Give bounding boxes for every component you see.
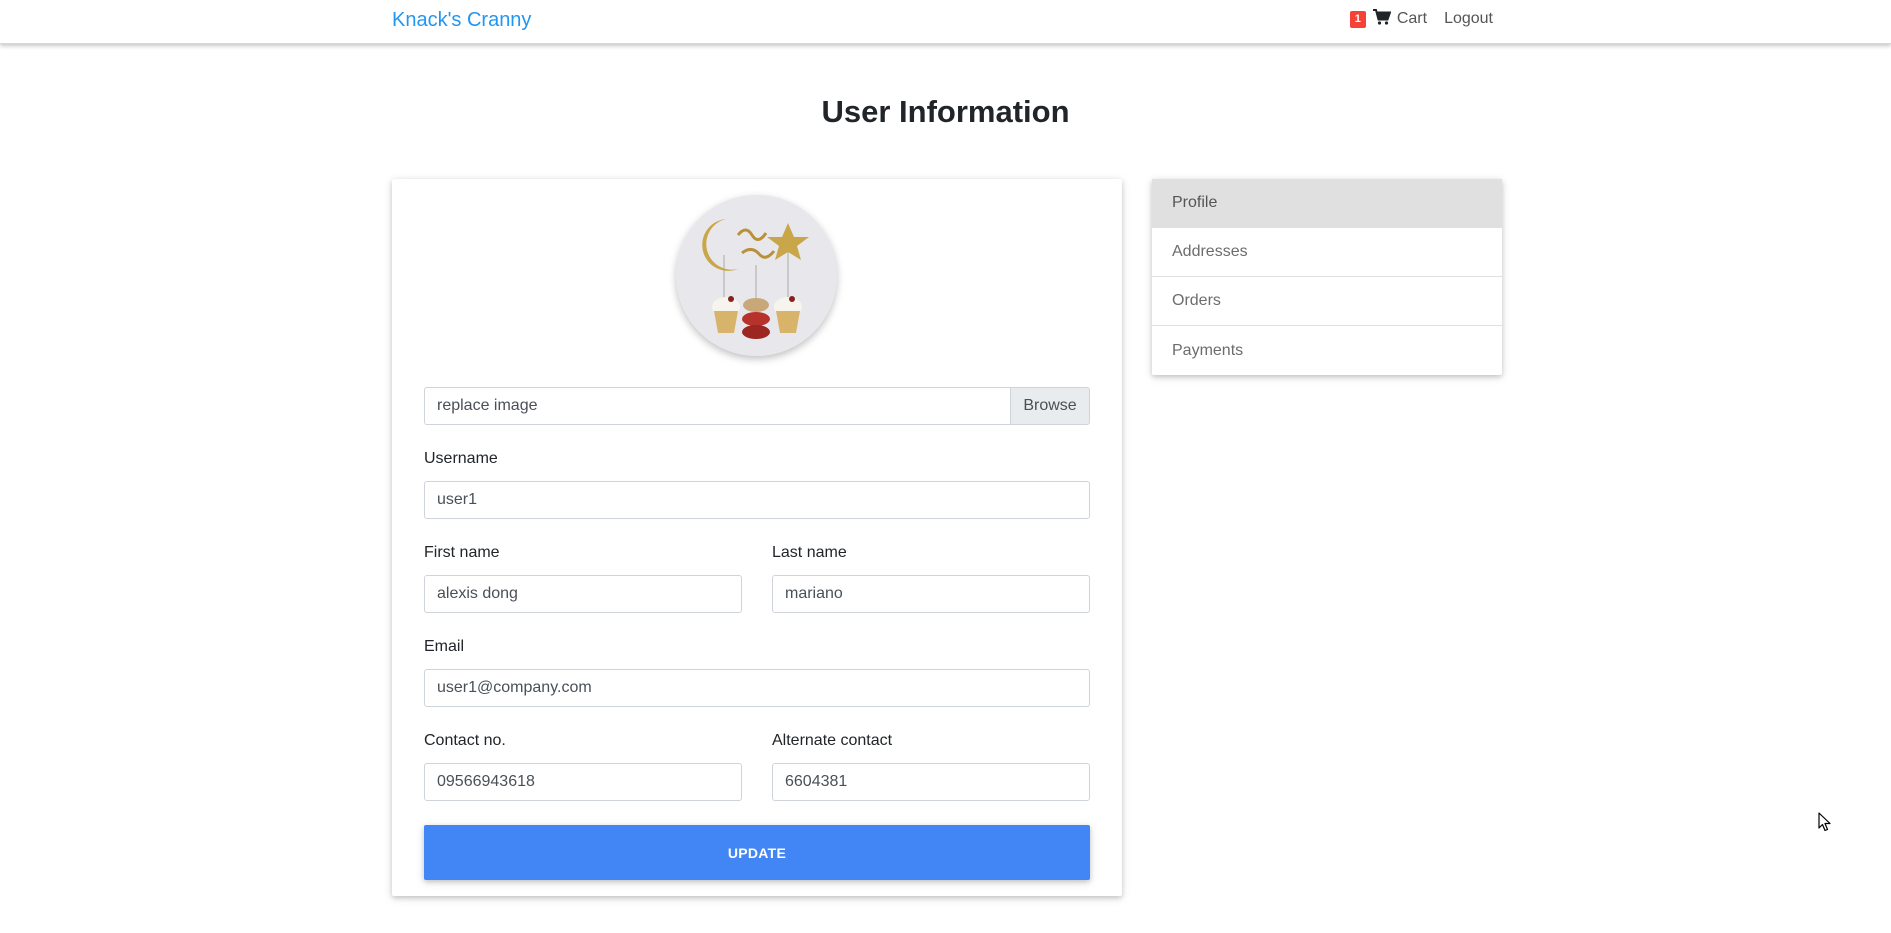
shopping-cart-icon — [1372, 8, 1392, 30]
sidebar-item-addresses[interactable]: Addresses — [1152, 228, 1502, 277]
logout-link[interactable]: Logout — [1444, 10, 1493, 28]
account-sidebar: Profile Addresses Orders Payments — [1152, 179, 1502, 375]
navbar: Knack's Cranny 1 Cart Logout — [0, 0, 1891, 44]
contact-label: Contact no. — [424, 732, 506, 749]
last-name-label: Last name — [772, 544, 847, 561]
replace-image-input[interactable]: replace image — [424, 387, 1010, 425]
last-name-field[interactable]: mariano — [772, 575, 1090, 613]
brand-link[interactable]: Knack's Cranny — [392, 9, 531, 32]
first-name-label: First name — [424, 544, 500, 561]
profile-card: replace image Browse Username user1 Firs… — [392, 179, 1122, 896]
sidebar-item-orders[interactable]: Orders — [1152, 277, 1502, 326]
cart-link[interactable]: Cart — [1372, 8, 1428, 30]
email-field[interactable]: user1@company.com — [424, 669, 1090, 707]
first-name-field[interactable]: alexis dong — [424, 575, 742, 613]
mouse-cursor-icon — [1818, 812, 1832, 837]
cart-label: Cart — [1396, 10, 1428, 27]
alternate-contact-field[interactable]: 6604381 — [772, 763, 1090, 801]
update-button[interactable]: UPDATE — [424, 825, 1090, 880]
contact-field[interactable]: 09566943618 — [424, 763, 742, 801]
profile-avatar — [676, 195, 837, 356]
page-title: User Information — [821, 94, 1070, 129]
username-label: Username — [424, 450, 498, 467]
sidebar-item-profile[interactable]: Profile — [1152, 179, 1502, 228]
username-field[interactable]: user1 — [424, 481, 1090, 519]
sidebar-item-payments[interactable]: Payments — [1152, 326, 1502, 375]
nav-right: 1 Cart Logout — [1349, 8, 1493, 30]
cart-count-badge: 1 — [1349, 10, 1366, 28]
alternate-contact-label: Alternate contact — [772, 732, 893, 749]
image-upload-group: replace image Browse — [424, 387, 1090, 425]
browse-button[interactable]: Browse — [1010, 387, 1090, 425]
email-label: Email — [424, 638, 465, 655]
